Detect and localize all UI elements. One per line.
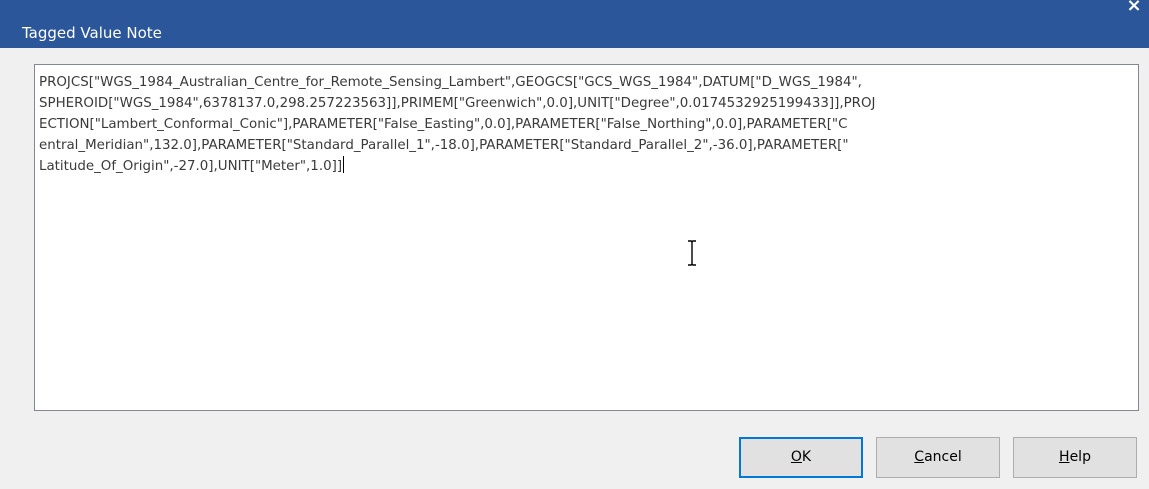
help-button[interactable]: Help xyxy=(1013,437,1137,478)
cancel-mnemonic: C xyxy=(914,449,925,465)
tagged-value-note-dialog: Tagged Value Note × PROJCS["WGS_1984_Aus… xyxy=(0,0,1149,489)
cancel-label-rest: ancel xyxy=(924,449,962,465)
ok-mnemonic: O xyxy=(790,449,802,465)
close-icon: × xyxy=(1126,0,1142,16)
dialog-title: Tagged Value Note xyxy=(22,24,162,42)
help-mnemonic: H xyxy=(1059,449,1070,465)
note-text: PROJCS["WGS_1984_Australian_Centre_for_R… xyxy=(39,72,1137,177)
note-textarea[interactable]: PROJCS["WGS_1984_Australian_Centre_for_R… xyxy=(34,64,1139,411)
text-caret xyxy=(343,156,345,173)
note-line: ECTION["Lambert_Conformal_Conic"],PARAME… xyxy=(39,117,848,132)
note-line: entral_Meridian",132.0],PARAMETER["Stand… xyxy=(39,138,849,153)
ok-label-rest: K xyxy=(801,449,812,465)
note-line: PROJCS["WGS_1984_Australian_Centre_for_R… xyxy=(39,75,862,90)
cancel-button[interactable]: Cancel xyxy=(876,437,1000,478)
help-label-rest: elp xyxy=(1069,449,1091,465)
title-bar[interactable]: Tagged Value Note × xyxy=(0,0,1149,48)
note-line: Latitude_Of_Origin",-27.0],UNIT["Meter",… xyxy=(39,159,343,174)
ok-button[interactable]: OK xyxy=(739,437,863,478)
close-button[interactable]: × xyxy=(1119,0,1149,48)
note-line: SPHEROID["WGS_1984",6378137.0,298.257223… xyxy=(39,96,876,111)
ibeam-cursor-icon xyxy=(686,240,698,266)
